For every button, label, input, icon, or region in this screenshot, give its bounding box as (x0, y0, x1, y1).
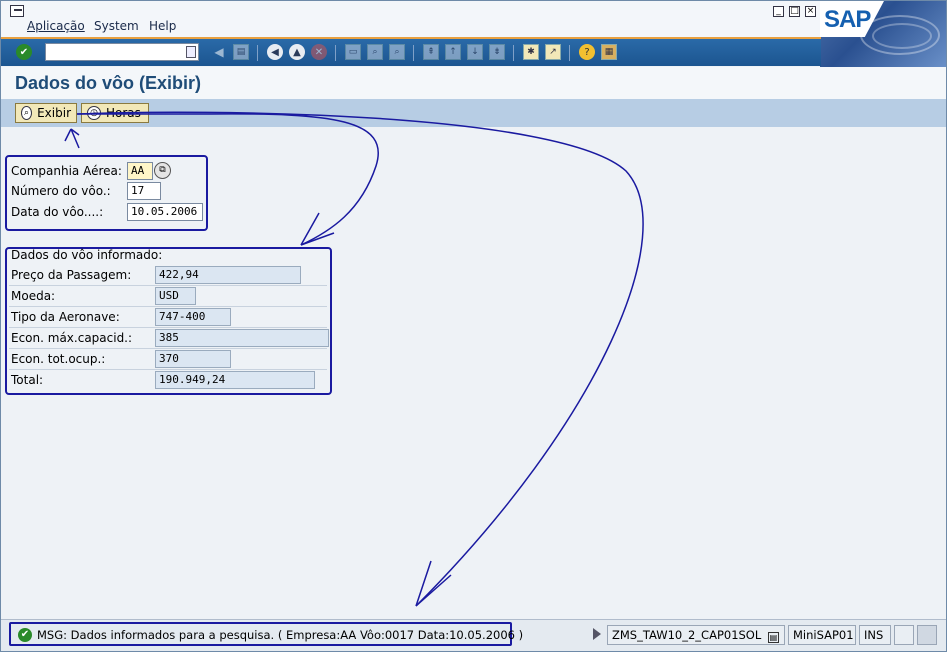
data-label: Data do vôo....: (11, 205, 104, 219)
data-value: 10.05.2006 (131, 205, 198, 218)
next-page-icon[interactable]: ↓ (467, 44, 483, 60)
data-input[interactable]: 10.05.2006 (127, 203, 203, 221)
numero-input[interactable]: 17 (127, 182, 161, 200)
magnifier-icon: ⌕ (21, 106, 33, 120)
sap-logo-text: SAP (824, 6, 871, 33)
save-icon[interactable]: ▤ (233, 44, 249, 60)
companhia-value: AA (131, 164, 145, 177)
tipo-label: Tipo da Aeronave: (11, 310, 120, 324)
capacidade-value: 385 (159, 331, 179, 344)
previous-page-icon[interactable]: ↑ (445, 44, 461, 60)
layout-menu-icon[interactable]: ▦ (601, 44, 617, 60)
close-icon[interactable]: × (805, 6, 816, 17)
maximize-icon[interactable]: □ (789, 6, 800, 17)
resize-grip-icon[interactable] (917, 625, 937, 645)
menu-system-label: System (94, 19, 139, 33)
new-session-icon[interactable]: ✱ (523, 44, 539, 60)
success-check-icon: ✔ (18, 628, 32, 642)
toolbar-separator (257, 45, 258, 61)
back-triangle-icon[interactable]: ◀ (211, 44, 227, 60)
sap-logo: SAP (820, 1, 946, 67)
menu-help[interactable]: Help (149, 19, 176, 33)
toolbar-separator (413, 45, 414, 61)
status-program: ZMS_TAW10_2_CAP01SOL ▤ (607, 625, 785, 645)
moeda-value: USD (159, 289, 179, 302)
cancel-icon[interactable]: ✕ (311, 44, 327, 60)
system-menu-icon[interactable] (10, 5, 24, 17)
back-icon[interactable]: ◀ (267, 44, 283, 60)
exibir-button-label: Exibir (37, 106, 71, 120)
application-toolbar: ⌕ Exibir ◷ Horas (1, 99, 946, 127)
logo-swirl-inner (872, 23, 932, 49)
toolbar-separator (513, 45, 514, 61)
status-message-frame[interactable]: ✔ MSG: Dados informados para a pesquisa.… (9, 622, 523, 646)
moeda-label: Moeda: (11, 289, 56, 303)
print-icon[interactable]: ▭ (345, 44, 361, 60)
row-divider (9, 327, 327, 328)
status-message: MSG: Dados informados para a pesquisa. (… (37, 628, 524, 642)
total-value: 190.949,24 (159, 373, 226, 386)
shortcut-icon[interactable]: ↗ (545, 44, 561, 60)
row-divider (9, 306, 327, 307)
ocupacao-value: 370 (159, 352, 179, 365)
standard-toolbar: ✔ ◀ ▤ ◀ ▲ ✕ ▭ ⌕ ⌕ ⇞ ↑ ↓ ⇟ ✱ ↗ ? ▦ (1, 37, 821, 66)
status-expand-icon[interactable] (593, 628, 601, 640)
first-page-icon[interactable]: ⇞ (423, 44, 439, 60)
value-help-icon[interactable]: ⧉ (154, 162, 171, 179)
companhia-label: Companhia Aérea: (11, 164, 122, 178)
status-mode[interactable]: INS (859, 625, 891, 645)
capacidade-output: 385 (155, 329, 329, 347)
status-system: MiniSAP01 (788, 625, 856, 645)
preco-label: Preço da Passagem: (11, 268, 132, 282)
minimize-icon[interactable]: _ (773, 6, 784, 17)
status-program-text: ZMS_TAW10_2_CAP01SOL (612, 628, 762, 642)
preco-output: 422,94 (155, 266, 301, 284)
menu-aplicacao[interactable]: Aplicação (27, 19, 85, 33)
row-divider (9, 369, 327, 370)
help-icon[interactable]: ? (579, 44, 595, 60)
row-divider (9, 285, 327, 286)
exibir-button[interactable]: ⌕ Exibir (15, 103, 77, 123)
ocupacao-label: Econ. tot.ocup.: (11, 352, 106, 366)
tipo-value: 747-400 (159, 310, 206, 323)
details-heading: Dados do vôo informado: (11, 248, 163, 262)
page-title: Dados do vôo (Exibir) (15, 73, 202, 93)
capacidade-label: Econ. máx.capacid.: (11, 331, 133, 345)
total-label: Total: (11, 373, 44, 387)
menu-system[interactable]: System (94, 19, 139, 33)
status-system-text: MiniSAP01 (793, 628, 854, 642)
ocupacao-output: 370 (155, 350, 231, 368)
horas-button[interactable]: ◷ Horas (81, 103, 149, 123)
toolbar-separator (335, 45, 336, 61)
preco-value: 422,94 (159, 268, 199, 281)
tipo-output: 747-400 (155, 308, 231, 326)
sap-window: Aplicação System Help _ □ × SAP ✔ ◀ ▤ ◀ … (0, 0, 947, 652)
moeda-output: USD (155, 287, 196, 305)
command-dropdown-icon[interactable] (186, 46, 196, 58)
clock-icon: ◷ (87, 106, 101, 120)
horas-button-label: Horas (106, 106, 141, 120)
content-area: Companhia Aérea: AA ⧉ Número do vôo.: 17… (1, 127, 946, 619)
total-output: 190.949,24 (155, 371, 315, 389)
status-bar: ✔ MSG: Dados informados para a pesquisa.… (1, 619, 946, 651)
enter-check-icon[interactable]: ✔ (16, 44, 32, 60)
system-info-icon[interactable]: ▤ (767, 632, 779, 643)
menu-bar: Aplicação System Help _ □ × (1, 1, 946, 37)
command-field[interactable] (45, 43, 199, 61)
row-divider (9, 348, 327, 349)
numero-value: 17 (131, 184, 145, 197)
numero-label: Número do vôo.: (11, 184, 111, 198)
menu-help-label: Help (149, 19, 177, 33)
status-lock-icon (894, 625, 914, 645)
find-icon[interactable]: ⌕ (367, 44, 383, 60)
exit-icon[interactable]: ▲ (289, 44, 305, 60)
toolbar-separator (569, 45, 570, 61)
menu-aplicacao-label: Aplicação (27, 19, 85, 33)
status-mode-text: INS (864, 628, 884, 642)
last-page-icon[interactable]: ⇟ (489, 44, 505, 60)
companhia-input[interactable]: AA (127, 162, 153, 180)
find-next-icon[interactable]: ⌕ (389, 44, 405, 60)
title-area: Dados do vôo (Exibir) (1, 67, 946, 99)
